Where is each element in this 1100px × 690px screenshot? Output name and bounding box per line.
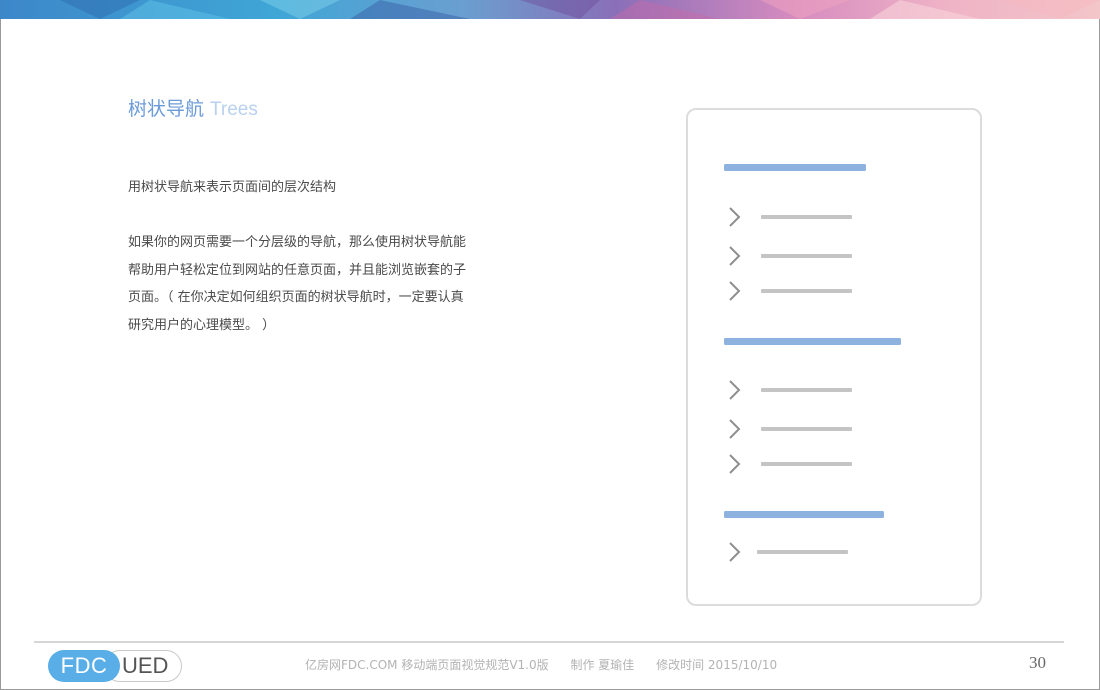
chevron-right-icon (729, 246, 741, 266)
chevron-right-icon (729, 281, 741, 301)
tree-child-item (761, 289, 852, 293)
lead-text: 用树状导航来表示页面间的层次结构 (128, 180, 337, 195)
tree-child-item (761, 462, 852, 466)
page-number: 30 (1029, 653, 1046, 672)
tree-child-item (761, 254, 852, 258)
footer-source: 亿房网FDC.COM 移动端页面视觉规范V1.0版 (305, 658, 549, 672)
tree-child-item (761, 388, 852, 392)
title-chinese: 树状导航 (128, 98, 205, 120)
footer-modified: 修改时间 2015/10/10 (656, 658, 778, 672)
slide-title: 树状导航 Trees (128, 94, 258, 121)
tree-child-item (761, 215, 852, 219)
footer-divider (34, 641, 1064, 643)
paragraph-line: 如果你的网页需要一个分层级的导航，那么使用树状导航能 (128, 235, 467, 250)
chevron-right-icon (729, 380, 741, 400)
banner-graphic (0, 0, 1100, 19)
footer-author: 制作 夏瑜佳 (570, 658, 635, 672)
tree-diagram (724, 164, 901, 562)
paragraph-line: 帮助用户轻松定位到网站的任意页面，并且能浏览嵌套的子 (128, 262, 467, 278)
body-paragraph: 如果你的网页需要一个分层级的导航，那么使用树状导航能 帮助用户轻松定位到网站的任… (128, 229, 538, 339)
fdc-ued-logo: FDC UED (48, 650, 182, 682)
tree-child-item (761, 427, 852, 431)
chevron-right-icon (729, 419, 741, 439)
chevron-right-icon (729, 454, 741, 474)
tree-navigation-illustration (686, 108, 982, 606)
tree-child-item (757, 550, 848, 554)
tree-group-header (724, 511, 884, 518)
tree-group-header (724, 164, 866, 171)
decorative-banner (0, 0, 1100, 19)
paragraph-line: 页面。（ 在你决定如何组织页面的树状导航时，一定要认真 (128, 290, 464, 305)
paragraph-line: 研究用户的心理模型。 ） (128, 317, 276, 333)
logo-fdc: FDC (48, 650, 120, 682)
chevron-right-icon (729, 542, 741, 562)
footer-info: 亿房网FDC.COM 移动端页面视觉规范V1.0版 制作 夏瑜佳 修改时间 20… (305, 656, 795, 673)
title-english: Trees (210, 99, 258, 120)
chevron-right-icon (729, 207, 741, 227)
tree-group-header (724, 338, 901, 345)
logo-ued: UED (122, 653, 169, 678)
